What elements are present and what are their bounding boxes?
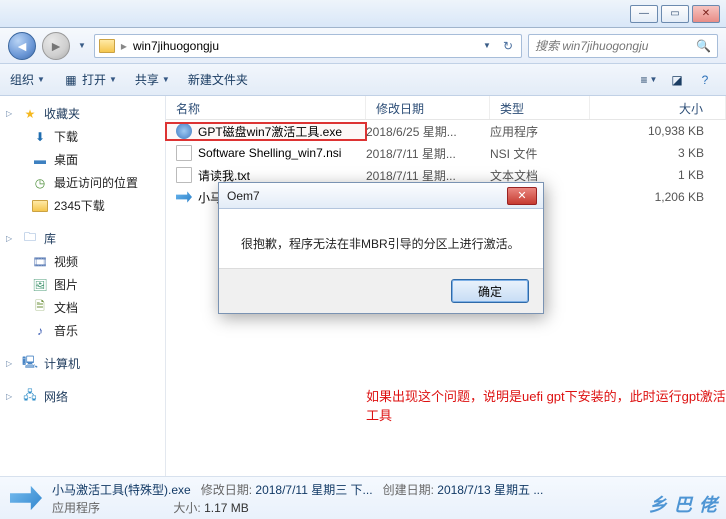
search-placeholder: 搜索 win7jihuogongju <box>535 37 648 54</box>
folder-icon <box>99 39 115 53</box>
search-input[interactable]: 搜索 win7jihuogongju 🔍 <box>528 34 718 58</box>
watermark-text: 乡 巴 佬 <box>649 491 718 517</box>
column-name[interactable]: 名称 <box>166 96 366 119</box>
error-dialog: Oem7 ✕ 很抱歉，程序无法在非MBR引导的分区上进行激活。 确定 <box>218 182 544 314</box>
sidebar-item-videos[interactable]: 🎞视频 <box>4 250 161 273</box>
dialog-close-button[interactable]: ✕ <box>507 187 537 205</box>
details-filename: 小马激活工具(特殊型).exe <box>52 483 191 497</box>
details-pane: 小马激活工具(特殊型).exe 修改日期: 2018/7/11 星期三 下...… <box>0 476 726 519</box>
search-icon: 🔍 <box>696 39 711 53</box>
nav-forward-button[interactable]: ► <box>42 32 70 60</box>
close-button[interactable]: ✕ <box>692 5 720 23</box>
sidebar-item-documents[interactable]: 🗎文档 <box>4 296 161 319</box>
sidebar-item-download[interactable]: ⬇下载 <box>4 125 161 148</box>
dialog-title: Oem7 <box>227 189 260 203</box>
libraries-header[interactable]: ▷🗀库 <box>4 227 161 250</box>
file-row[interactable]: Software Shelling_win7.nsi 2018/7/11 星期.… <box>166 142 726 164</box>
address-bar-row: ◄ ► ▼ ▸ win7jihuogongju ▼ ↻ 搜索 win7jihuo… <box>0 28 726 64</box>
minimize-button[interactable]: — <box>630 5 658 23</box>
maximize-button[interactable]: ▭ <box>661 5 689 23</box>
desktop-icon: ▬ <box>32 153 48 167</box>
nav-back-button[interactable]: ◄ <box>8 32 36 60</box>
column-headers[interactable]: 名称 修改日期 类型 大小 <box>166 96 726 120</box>
open-icon: ▦ <box>63 73 79 87</box>
navigation-pane: ▷★收藏夹 ⬇下载 ▬桌面 ◷最近访问的位置 2345下载 ▷🗀库 🎞视频 🖼图… <box>0 96 166 476</box>
star-icon: ★ <box>22 107 38 121</box>
refresh-icon[interactable]: ↻ <box>499 39 517 53</box>
details-type: 应用程序 <box>52 501 100 515</box>
breadcrumb-folder[interactable]: win7jihuogongju <box>133 39 219 53</box>
document-icon: 🗎 <box>32 301 48 315</box>
sidebar-item-desktop[interactable]: ▬桌面 <box>4 148 161 171</box>
open-menu[interactable]: ▦打开▼ <box>63 71 117 88</box>
library-icon: 🗀 <box>22 232 38 246</box>
dialog-message: 很抱歉，程序无法在非MBR引导的分区上进行激活。 <box>219 209 543 268</box>
txt-icon <box>176 167 192 183</box>
annotation-text: 如果出现这个问题，说明是uefi gpt下安装的，此时运行gpt激活工具 <box>366 386 726 424</box>
computer-icon: 🖳 <box>22 357 38 371</box>
file-row[interactable]: GPT磁盘win7激活工具.exe 2018/6/25 星期... 应用程序 1… <box>166 120 726 142</box>
address-dropdown-icon[interactable]: ▼ <box>481 41 493 50</box>
music-icon: ♪ <box>32 324 48 338</box>
dialog-ok-button[interactable]: 确定 <box>451 279 529 303</box>
network-header[interactable]: ▷🖧网络 <box>4 385 161 408</box>
window-titlebar: — ▭ ✕ <box>0 0 726 28</box>
view-options-button[interactable]: ≡▼ <box>638 70 660 90</box>
nav-history-dropdown[interactable]: ▼ <box>76 41 88 50</box>
folder-icon <box>32 200 48 212</box>
exe-icon <box>176 189 192 205</box>
download-icon: ⬇ <box>32 130 48 144</box>
new-folder-button[interactable]: 新建文件夹 <box>188 71 248 88</box>
column-date[interactable]: 修改日期 <box>366 96 490 119</box>
dialog-titlebar[interactable]: Oem7 ✕ <box>219 183 543 209</box>
share-menu[interactable]: 共享▼ <box>135 71 170 88</box>
sidebar-item-music[interactable]: ♪音乐 <box>4 319 161 342</box>
organize-menu[interactable]: 组织▼ <box>10 71 45 88</box>
exe-icon <box>176 123 192 139</box>
breadcrumb-separator-icon: ▸ <box>121 39 127 53</box>
column-type[interactable]: 类型 <box>490 96 590 119</box>
address-bar[interactable]: ▸ win7jihuogongju ▼ ↻ <box>94 34 522 58</box>
picture-icon: 🖼 <box>32 278 48 292</box>
preview-pane-button[interactable]: ◪ <box>666 70 688 90</box>
help-button[interactable]: ? <box>694 70 716 90</box>
favorites-header[interactable]: ▷★收藏夹 <box>4 102 161 125</box>
file-thumbnail-icon <box>10 482 42 514</box>
sidebar-item-pictures[interactable]: 🖼图片 <box>4 273 161 296</box>
video-icon: 🎞 <box>32 255 48 269</box>
column-size[interactable]: 大小 <box>590 96 726 119</box>
computer-header[interactable]: ▷🖳计算机 <box>4 352 161 375</box>
toolbar: 组织▼ ▦打开▼ 共享▼ 新建文件夹 ≡▼ ◪ ? <box>0 64 726 96</box>
recent-icon: ◷ <box>32 176 48 190</box>
network-icon: 🖧 <box>22 390 38 404</box>
nsi-icon <box>176 145 192 161</box>
sidebar-item-2345download[interactable]: 2345下载 <box>4 194 161 217</box>
sidebar-item-recent[interactable]: ◷最近访问的位置 <box>4 171 161 194</box>
